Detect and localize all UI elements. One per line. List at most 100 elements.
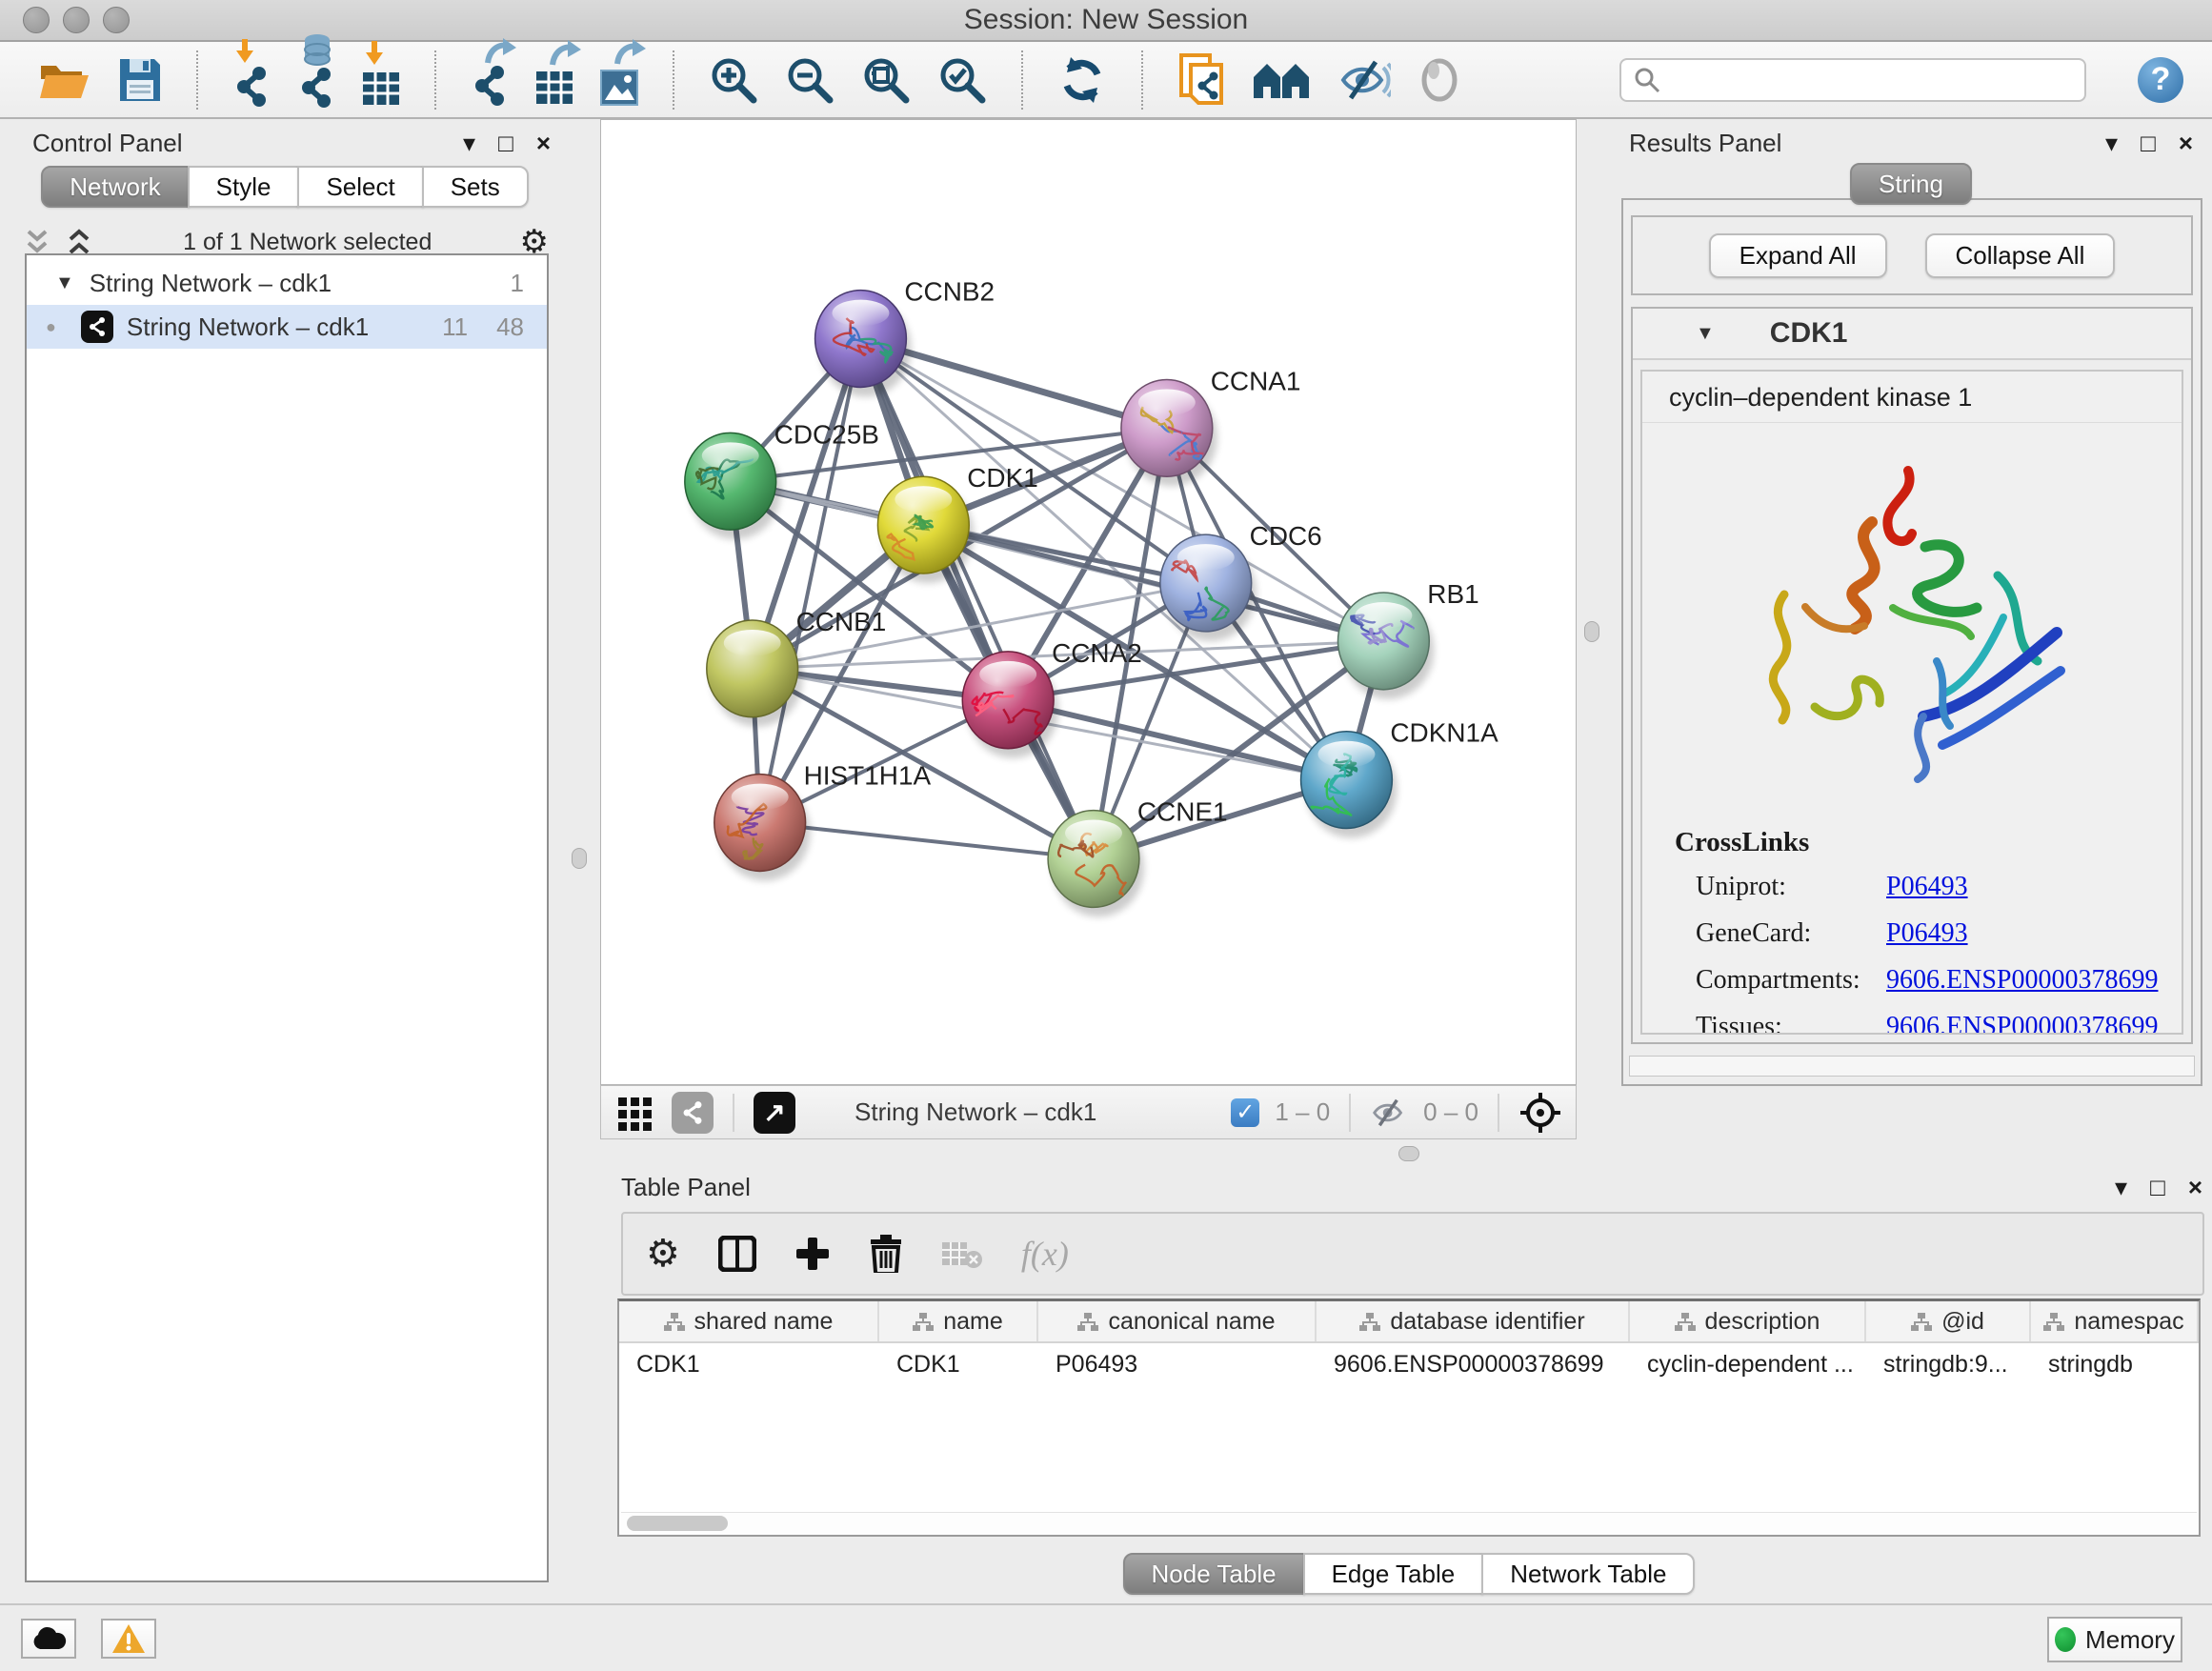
open-session-button[interactable] bbox=[38, 58, 91, 102]
zoom-in-button[interactable] bbox=[709, 55, 758, 105]
table-cell[interactable]: cyclin-dependent ... bbox=[1630, 1343, 1866, 1385]
import-network-database-button[interactable] bbox=[297, 51, 335, 109]
import-network-file-button[interactable] bbox=[232, 52, 271, 108]
network-node-CDKN1A[interactable]: CDKN1A bbox=[1301, 718, 1499, 838]
node-table[interactable]: shared namenamecanonical namedatabase id… bbox=[617, 1299, 2201, 1537]
show-columns-icon[interactable] bbox=[718, 1236, 756, 1272]
tab-string[interactable]: String bbox=[1850, 163, 1972, 205]
traffic-light-close-icon[interactable] bbox=[23, 7, 50, 33]
cloud-status-button[interactable] bbox=[21, 1619, 76, 1659]
zoom-selected-button[interactable] bbox=[937, 55, 987, 105]
network-node-RB1[interactable]: RB1 bbox=[1337, 579, 1478, 699]
zoom-fit-button[interactable] bbox=[861, 55, 911, 105]
hide-selected-button[interactable] bbox=[1337, 58, 1391, 102]
column-header[interactable]: shared name bbox=[619, 1301, 879, 1341]
scrollbar-thumb[interactable] bbox=[627, 1516, 728, 1531]
panel-float-icon[interactable]: □ bbox=[498, 131, 513, 155]
expand-all-button[interactable]: Expand All bbox=[1709, 233, 1887, 278]
bottom-splitter-handle[interactable] bbox=[1398, 1146, 1419, 1161]
grid-view-icon[interactable] bbox=[614, 1092, 656, 1134]
delete-column-trash-icon[interactable] bbox=[869, 1235, 903, 1273]
expand-all-icon[interactable] bbox=[63, 228, 95, 256]
memory-button[interactable]: Memory bbox=[2047, 1617, 2182, 1662]
table-cell[interactable]: stringdb:9... bbox=[1866, 1343, 2031, 1385]
selected-node-edge-counts: 1 – 0 bbox=[1275, 1097, 1330, 1127]
panel-close-icon[interactable]: × bbox=[2188, 1175, 2202, 1199]
right-splitter-handle[interactable] bbox=[1584, 621, 1599, 642]
collapse-all-button[interactable]: Collapse All bbox=[1925, 233, 2116, 278]
tab-sets[interactable]: Sets bbox=[422, 166, 529, 208]
refresh-icon bbox=[1057, 55, 1107, 105]
table-options-gear-icon[interactable]: ⚙ bbox=[646, 1238, 680, 1270]
left-splitter-handle[interactable] bbox=[572, 848, 587, 869]
create-column-plus-icon[interactable] bbox=[794, 1236, 831, 1272]
table-cell[interactable]: CDK1 bbox=[619, 1343, 879, 1385]
network-node-CDK1[interactable]: CDK1 bbox=[877, 463, 1037, 583]
tab-network[interactable]: Network bbox=[41, 166, 189, 208]
network-node-CCNE1[interactable]: CCNE1 bbox=[1048, 797, 1228, 917]
tab-edge-table[interactable]: Edge Table bbox=[1303, 1553, 1484, 1595]
crosslink-uniprot[interactable]: P06493 bbox=[1886, 872, 2182, 902]
table-row[interactable]: CDK1CDK1P064939606.ENSP00000378699cyclin… bbox=[619, 1343, 2199, 1385]
tab-style[interactable]: Style bbox=[188, 166, 300, 208]
panel-menu-icon[interactable]: ▾ bbox=[2115, 1175, 2127, 1199]
tab-select[interactable]: Select bbox=[297, 166, 423, 208]
selected-checkbox-icon[interactable]: ✓ bbox=[1231, 1098, 1259, 1127]
table-cell[interactable]: 9606.ENSP00000378699 bbox=[1317, 1343, 1630, 1385]
network-edge-CCNB2-HIST1H1A[interactable] bbox=[760, 339, 861, 823]
network-node-CCNA1[interactable]: CCNA1 bbox=[1121, 366, 1301, 486]
column-header[interactable]: database identifier bbox=[1317, 1301, 1630, 1341]
tab-network-table[interactable]: Network Table bbox=[1481, 1553, 1695, 1595]
network-row-selected[interactable]: ● String Network – cdk1 11 48 bbox=[27, 305, 547, 349]
table-cell[interactable]: P06493 bbox=[1038, 1343, 1317, 1385]
table-horizontal-scrollbar[interactable] bbox=[621, 1512, 2197, 1533]
column-header[interactable]: description bbox=[1630, 1301, 1866, 1341]
disclosure-triangle-icon[interactable]: ▼ bbox=[55, 272, 74, 294]
column-header[interactable]: @id bbox=[1866, 1301, 2031, 1341]
table-cell[interactable]: stringdb bbox=[2031, 1343, 2199, 1385]
save-session-button[interactable] bbox=[118, 57, 162, 103]
search-input[interactable] bbox=[1669, 65, 2069, 94]
panel-menu-icon[interactable]: ▾ bbox=[463, 131, 475, 155]
column-header[interactable]: name bbox=[879, 1301, 1038, 1341]
network-node-HIST1H1A[interactable]: HIST1H1A bbox=[714, 761, 932, 881]
attribute-tree-icon bbox=[1359, 1312, 1380, 1331]
first-neighbors-button[interactable] bbox=[1252, 60, 1311, 100]
import-table-button[interactable] bbox=[362, 54, 400, 106]
results-scrollbar[interactable] bbox=[1629, 1056, 2195, 1077]
gene-section-header[interactable]: ▼ CDK1 bbox=[1633, 309, 2191, 360]
network-node-CDC6[interactable]: CDC6 bbox=[1160, 521, 1322, 641]
apply-layout-button[interactable] bbox=[1057, 55, 1107, 105]
network-from-selection-button[interactable] bbox=[1177, 53, 1225, 107]
traffic-light-minimize-icon[interactable] bbox=[63, 7, 90, 33]
column-header[interactable]: canonical name bbox=[1038, 1301, 1317, 1341]
export-table-button[interactable] bbox=[535, 55, 573, 105]
panel-menu-icon[interactable]: ▾ bbox=[2105, 131, 2118, 155]
show-all-button[interactable] bbox=[1418, 58, 1461, 102]
panel-float-icon[interactable]: □ bbox=[2150, 1175, 2165, 1199]
panel-close-icon[interactable]: × bbox=[2179, 131, 2193, 155]
network-view[interactable]: CCNB2CCNA1CDC25BCDK1CDC6RB1CCNB1CCNA2CDK… bbox=[600, 119, 1577, 1085]
panel-float-icon[interactable]: □ bbox=[2141, 131, 2156, 155]
open-in-browser-icon[interactable]: ↗ bbox=[754, 1092, 795, 1134]
traffic-light-zoom-icon[interactable] bbox=[103, 7, 130, 33]
crosslink-tissues[interactable]: 9606.ENSP00000378699 bbox=[1886, 1012, 2182, 1035]
export-image-button[interactable] bbox=[600, 54, 638, 106]
crosslink-genecard[interactable]: P06493 bbox=[1886, 918, 2182, 949]
network-share-view-icon[interactable] bbox=[672, 1092, 714, 1134]
zoom-out-button[interactable] bbox=[785, 55, 835, 105]
panel-close-icon[interactable]: × bbox=[536, 131, 551, 155]
warnings-button[interactable] bbox=[101, 1619, 156, 1659]
network-collection-row[interactable]: ▼ String Network – cdk1 1 bbox=[27, 261, 547, 305]
network-node-CCNB1[interactable]: CCNB1 bbox=[707, 607, 887, 727]
column-header[interactable]: namespac bbox=[2031, 1301, 2199, 1341]
help-button[interactable]: ? bbox=[2138, 57, 2183, 103]
search-box[interactable] bbox=[1619, 58, 2086, 102]
tab-node-table[interactable]: Node Table bbox=[1123, 1553, 1305, 1595]
export-network-button[interactable] bbox=[471, 53, 509, 107]
collapse-all-icon[interactable] bbox=[21, 228, 53, 256]
disclosure-triangle-icon[interactable]: ▼ bbox=[1696, 323, 1715, 345]
crosslink-compartments[interactable]: 9606.ENSP00000378699 bbox=[1886, 965, 2182, 996]
birds-eye-view-icon[interactable] bbox=[1518, 1091, 1562, 1135]
table-cell[interactable]: CDK1 bbox=[879, 1343, 1038, 1385]
